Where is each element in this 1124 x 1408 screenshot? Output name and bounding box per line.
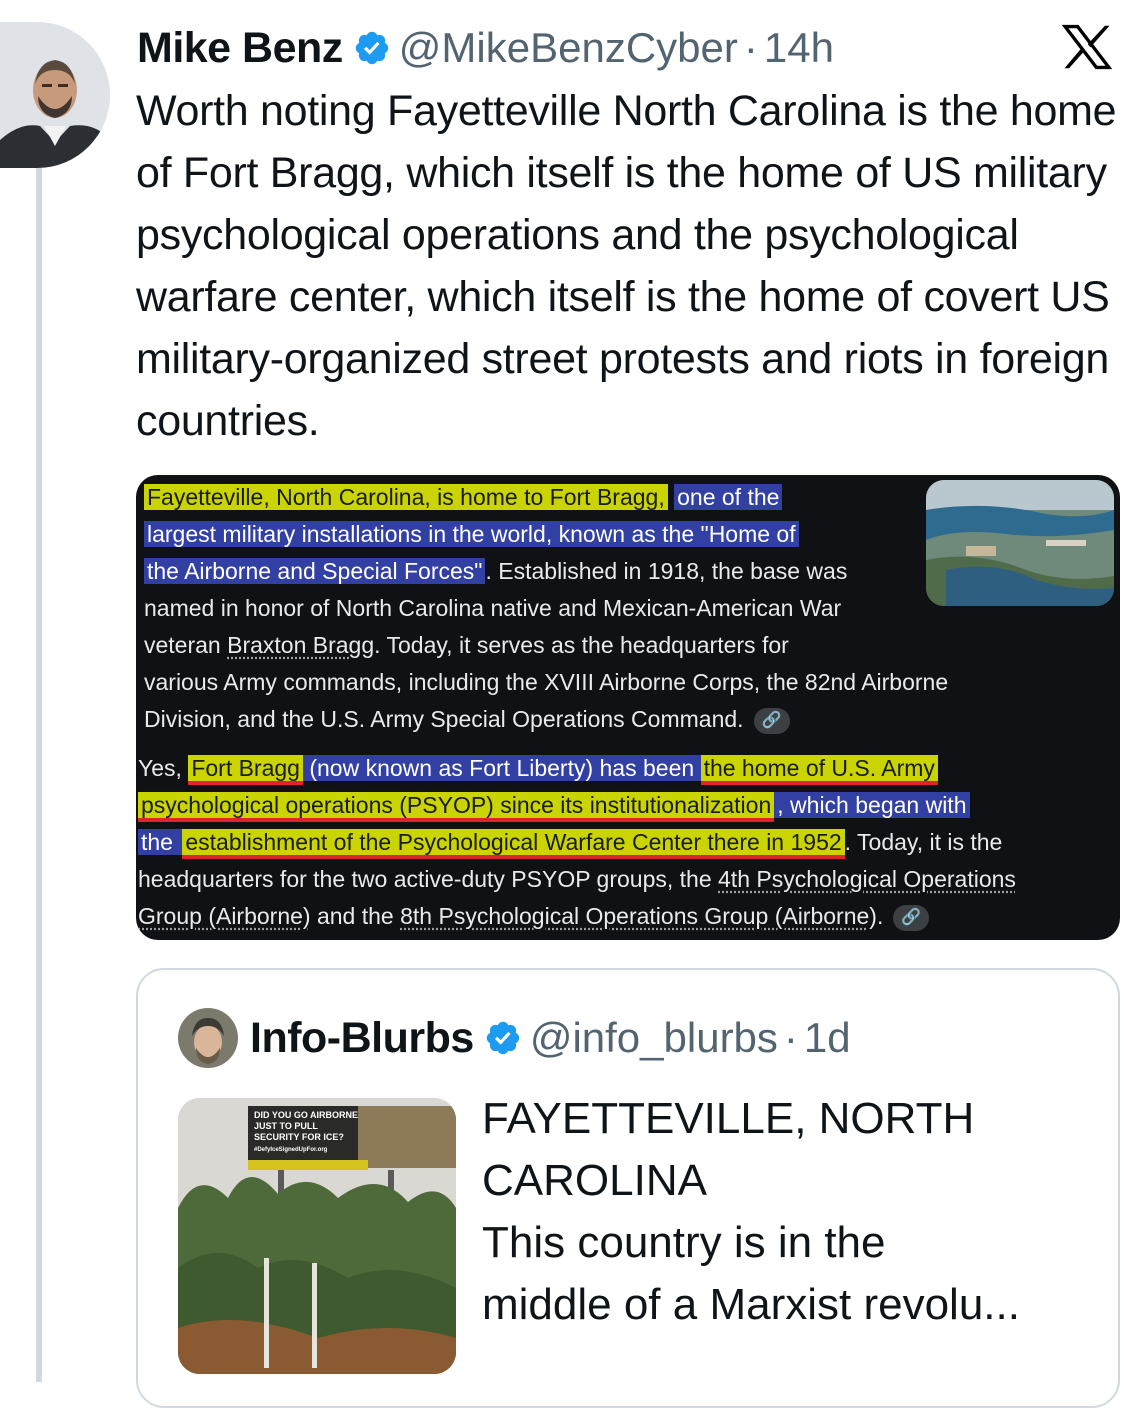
x-logo-icon[interactable] bbox=[1062, 24, 1112, 70]
quoted-tweet-header: Info-Blurbs @info_blurbs · 1d bbox=[178, 1006, 851, 1070]
screenshot-link-text: 8th Psychological Operations Group (Airb… bbox=[400, 903, 877, 929]
screenshot-paragraph-2: Yes, Fort Bragg (now known as Fort Liber… bbox=[138, 750, 1016, 935]
quoted-tweet-media[interactable]: DID YOU GO AIRBORNE JUST TO PULL SECURIT… bbox=[178, 1098, 456, 1374]
separator-dot: · bbox=[743, 24, 758, 71]
screenshot-text: Division, and the U.S. Army Special Oper… bbox=[144, 706, 744, 732]
quoted-tweet-card[interactable]: Info-Blurbs @info_blurbs · 1d DID YOU GO… bbox=[136, 968, 1120, 1408]
screenshot-paragraph-1: Fayetteville, North Carolina, is home to… bbox=[144, 479, 948, 738]
screenshot-link-text: 4th Psychological Operations bbox=[718, 866, 1016, 892]
highlight-blue: largest military installations in the wo… bbox=[144, 521, 799, 547]
screenshot-text: and the bbox=[310, 903, 401, 929]
screenshot-text: . Today, it serves as the headquarters f… bbox=[374, 632, 789, 658]
quoted-text-line: middle of a Marxist revolu... bbox=[482, 1280, 1020, 1329]
quoted-author-avatar[interactable] bbox=[178, 1008, 238, 1068]
quoted-text-line: CAROLINA bbox=[482, 1156, 707, 1205]
tweet-text: Worth noting Fayetteville North Carolina… bbox=[136, 87, 1117, 445]
highlight-blue: , which began with bbox=[774, 792, 970, 818]
verified-badge-icon bbox=[355, 31, 389, 65]
author-avatar[interactable] bbox=[0, 22, 110, 168]
author-handle[interactable]: @MikeBenzCyber bbox=[399, 24, 738, 72]
quoted-text-line: This country is in the bbox=[482, 1218, 886, 1267]
verified-badge-icon bbox=[486, 1021, 520, 1055]
thread-line bbox=[36, 168, 42, 1382]
screenshot-link-text: Braxton Bragg bbox=[227, 632, 375, 658]
highlight-blue: the bbox=[138, 829, 183, 855]
author-name[interactable]: Mike Benz bbox=[137, 24, 343, 73]
highlight-yellow: psychological operations (PSYOP) since i… bbox=[138, 792, 775, 822]
screenshot-text: veteran bbox=[144, 632, 228, 658]
quoted-tweet-time[interactable]: 1d bbox=[804, 1014, 851, 1062]
screenshot-text: . bbox=[876, 903, 884, 929]
screenshot-text: named in honor of North Carolina native … bbox=[144, 595, 842, 621]
highlight-blue: one of the bbox=[674, 484, 783, 510]
quoted-author-handle[interactable]: @info_blurbs bbox=[530, 1014, 778, 1062]
fort-bragg-aerial-thumbnail bbox=[926, 480, 1114, 606]
quoted-text-line: FAYETTEVILLE, NORTH bbox=[482, 1094, 975, 1143]
separator-dot: · bbox=[783, 1014, 798, 1061]
highlight-blue: (now known as Fort Liberty) has been bbox=[302, 755, 701, 781]
screenshot-text: various Army commands, including the XVI… bbox=[144, 669, 949, 695]
highlight-yellow: the home of U.S. Army bbox=[700, 755, 938, 785]
highlight-yellow: Fayetteville, North Carolina, is home to… bbox=[144, 484, 668, 510]
link-icon: 🔗 bbox=[893, 904, 930, 931]
screenshot-text: Yes, bbox=[138, 755, 189, 781]
screenshot-text: headquarters for the two active-duty PSY… bbox=[138, 866, 719, 892]
screenshot-text: . Established in 1918, the base was bbox=[485, 558, 848, 584]
highlight-yellow: establishment of the Psychological Warfa… bbox=[182, 829, 845, 859]
highlight-yellow: Fort Bragg bbox=[188, 755, 303, 785]
screenshot-text: . Today, it is the bbox=[844, 829, 1003, 855]
highlight-blue: the Airborne and Special Forces" bbox=[144, 558, 486, 584]
quoted-tweet-text: FAYETTEVILLE, NORTH CAROLINA This countr… bbox=[482, 1088, 1102, 1336]
tweet-time[interactable]: 14h bbox=[764, 24, 834, 72]
link-icon: 🔗 bbox=[753, 707, 790, 734]
tweet-header: Mike Benz @MikeBenzCyber · 14h bbox=[137, 18, 1124, 78]
tweet-image-screenshot[interactable]: Fayetteville, North Carolina, is home to… bbox=[136, 475, 1120, 940]
screenshot-link-text: Group (Airborne) bbox=[138, 903, 311, 929]
quoted-author-name[interactable]: Info-Blurbs bbox=[250, 1014, 474, 1063]
